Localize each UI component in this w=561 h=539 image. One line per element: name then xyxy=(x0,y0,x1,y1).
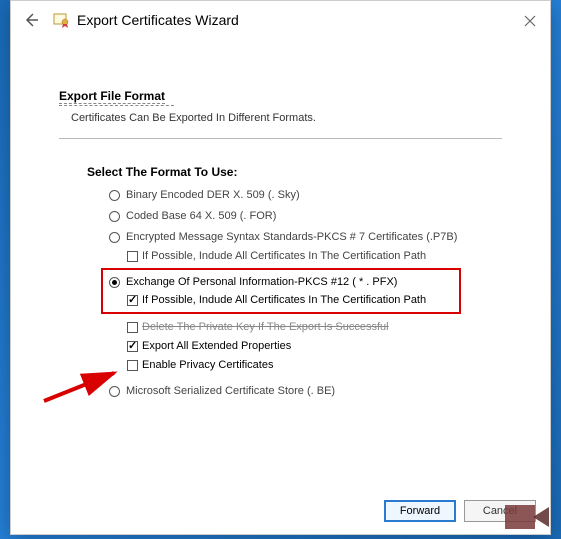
check-label: Delete The Private Key If The Export Is … xyxy=(142,321,389,333)
titlebar: Export Certificates Wizard xyxy=(11,1,550,39)
checkbox-icon xyxy=(127,322,138,333)
radio-pkcs12[interactable]: Exchange Of Personal Information-PKCS #1… xyxy=(109,276,453,288)
radio-label: Coded Base 64 X. 509 (. FOR) xyxy=(126,210,276,222)
checkbox-icon xyxy=(127,341,138,352)
check-export-extended[interactable]: Export All Extended Properties xyxy=(127,340,522,352)
radio-label: Binary Encoded DER X. 509 (. Sky) xyxy=(126,189,300,201)
checkbox-icon xyxy=(127,251,138,262)
radio-icon xyxy=(109,190,120,201)
radio-label: Exchange Of Personal Information-PKCS #1… xyxy=(126,276,397,288)
radio-base64[interactable]: Coded Base 64 X. 509 (. FOR) xyxy=(109,210,522,222)
highlight-pkcs12: Exchange Of Personal Information-PKCS #1… xyxy=(101,268,461,314)
select-format-label: Select The Format To Use: xyxy=(87,165,522,179)
check-pkcs7-include-all: If Possible, Indude All Certificates In … xyxy=(127,250,522,262)
arrow-left-icon xyxy=(23,12,39,28)
back-button[interactable] xyxy=(19,8,43,32)
check-enable-privacy[interactable]: Enable Privacy Certificates xyxy=(127,359,522,371)
format-options: Binary Encoded DER X. 509 (. Sky) Coded … xyxy=(109,189,522,397)
close-button[interactable] xyxy=(518,9,542,33)
export-wizard-dialog: Export Certificates Wizard Export File F… xyxy=(10,0,551,535)
radio-pkcs7[interactable]: Encrypted Message Syntax Standards-PKCS … xyxy=(109,231,522,243)
radio-ms-store[interactable]: Microsoft Serialized Certificate Store (… xyxy=(109,385,522,397)
check-pkcs12-include-all[interactable]: If Possible, Indude All Certificates In … xyxy=(127,294,453,306)
button-bar: Forward Cancel xyxy=(384,500,536,522)
radio-der[interactable]: Binary Encoded DER X. 509 (. Sky) xyxy=(109,189,522,201)
radio-icon xyxy=(109,232,120,243)
radio-icon xyxy=(109,211,120,222)
radio-icon xyxy=(109,277,120,288)
radio-icon xyxy=(109,386,120,397)
check-label: If Possible, Indude All Certificates In … xyxy=(142,250,426,262)
page-heading: Export File Format xyxy=(59,89,165,104)
check-label: Export All Extended Properties xyxy=(142,340,291,352)
cancel-button[interactable]: Cancel xyxy=(464,500,536,522)
check-delete-key[interactable]: Delete The Private Key If The Export Is … xyxy=(127,321,522,333)
divider xyxy=(59,138,502,139)
check-label: Enable Privacy Certificates xyxy=(142,359,273,371)
close-icon xyxy=(524,15,536,27)
check-label: If Possible, Indude All Certificates In … xyxy=(142,294,426,306)
wizard-content: Export File Format Certificates Can Be E… xyxy=(11,39,550,397)
page-subheading: Certificates Can Be Exported In Differen… xyxy=(71,112,522,124)
radio-label: Microsoft Serialized Certificate Store (… xyxy=(126,385,335,397)
forward-button[interactable]: Forward xyxy=(384,500,456,522)
certificate-icon xyxy=(51,10,71,30)
checkbox-icon xyxy=(127,360,138,371)
checkbox-icon xyxy=(127,295,138,306)
radio-label: Encrypted Message Syntax Standards-PKCS … xyxy=(126,231,457,243)
window-title: Export Certificates Wizard xyxy=(77,12,239,28)
